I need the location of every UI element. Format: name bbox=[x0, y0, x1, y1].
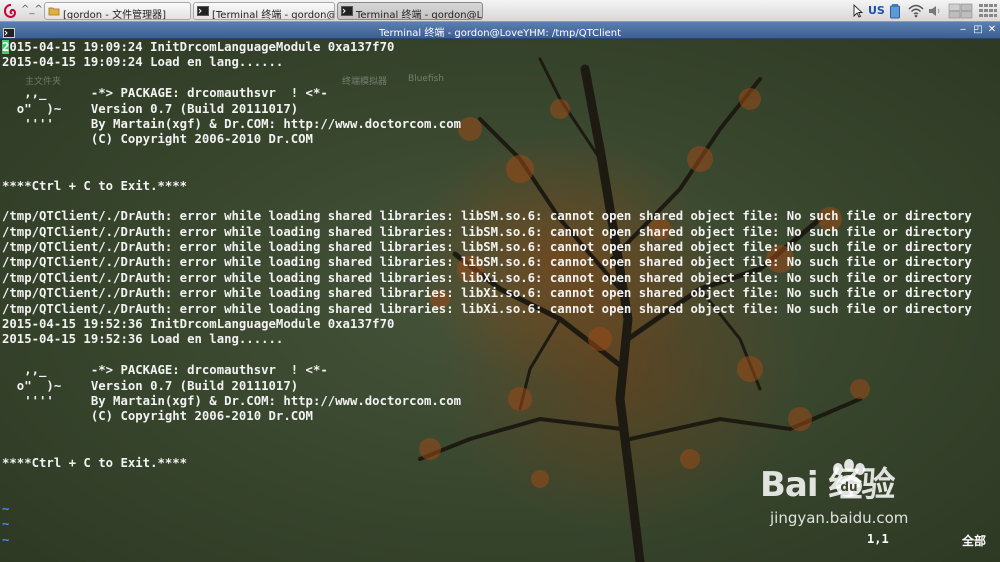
task-terminal-2[interactable]: Terminal 终端 - gordon@Lo... bbox=[337, 2, 483, 20]
terminal-icon bbox=[341, 5, 353, 17]
terminal-line: /tmp/QTClient/./DrAuth: error while load… bbox=[2, 224, 972, 239]
debian-menu-icon[interactable] bbox=[3, 3, 19, 19]
text-cursor: 2 bbox=[2, 40, 10, 54]
terminal-line: (C) Copyright 2006-2010 Dr.COM bbox=[2, 409, 313, 424]
wifi-icon[interactable] bbox=[908, 3, 924, 19]
terminal-line: 2015-04-15 19:09:24 Load en lang...... bbox=[2, 55, 284, 70]
terminal-line: /tmp/QTClient/./DrAuth: error while load… bbox=[2, 209, 972, 224]
close-button[interactable]: ✕ bbox=[986, 24, 998, 36]
baidu-watermark: Bai 经验 du jingyan.baidu.com bbox=[760, 457, 908, 527]
terminal-line: ,,_ -*> PACKAGE: drcomauthsvr ! <*- bbox=[2, 86, 328, 101]
terminal-line: ****Ctrl + C to Exit.**** bbox=[2, 178, 188, 193]
taskbar-small-label: ^_^ bbox=[21, 4, 43, 15]
task-label: [Terminal 终端 - gordon@L... bbox=[212, 10, 334, 20]
window-titlebar[interactable]: Terminal 终端 - gordon@LoveYHM: /tmp/QTCli… bbox=[0, 22, 1000, 39]
terminal-line: (C) Copyright 2006-2010 Dr.COM bbox=[2, 132, 313, 147]
terminal-line: 2015-04-15 19:52:36 Load en lang...... bbox=[2, 332, 284, 347]
volume-icon[interactable] bbox=[928, 3, 942, 19]
terminal-line: /tmp/QTClient/./DrAuth: error while load… bbox=[2, 240, 972, 255]
taskbar: ^_^ [gordon - 文件管理器] [Terminal 终端 - gord… bbox=[0, 0, 1000, 22]
scroll-position-indicator: 全部 bbox=[962, 534, 987, 548]
keyboard-layout-indicator[interactable]: US bbox=[868, 4, 885, 17]
task-label: [gordon - 文件管理器] bbox=[63, 10, 166, 20]
terminal-line: '''' By Martain(xgf) & Dr.COM: http://ww… bbox=[2, 393, 462, 408]
maximize-button[interactable]: ◰ bbox=[972, 24, 984, 36]
task-label: Terminal 终端 - gordon@Lo... bbox=[356, 10, 483, 20]
terminal-line: /tmp/QTClient/./DrAuth: error while load… bbox=[2, 301, 972, 316]
terminal-line: 2015-04-15 19:52:36 InitDrcomLanguageMod… bbox=[2, 317, 395, 332]
window-title: Terminal 终端 - gordon@LoveYHM: /tmp/QTCli… bbox=[378, 28, 622, 39]
terminal-line: ,,_ -*> PACKAGE: drcomauthsvr ! <*- bbox=[2, 363, 328, 378]
terminal-line: 2015-04-15 19:09:24 InitDrcomLanguageMod… bbox=[2, 40, 395, 54]
svg-text:du: du bbox=[840, 480, 857, 494]
terminal-icon bbox=[197, 5, 209, 17]
watermark-url: jingyan.baidu.com bbox=[770, 509, 909, 527]
app-grid-icon[interactable] bbox=[978, 3, 998, 19]
minimize-button[interactable]: ‒ bbox=[957, 24, 969, 36]
task-file-manager[interactable]: [gordon - 文件管理器] bbox=[44, 2, 191, 20]
task-terminal-1[interactable]: [Terminal 终端 - gordon@L... bbox=[193, 2, 335, 20]
folder-icon bbox=[48, 5, 60, 17]
terminal-view[interactable]: 主文件夹 终端模拟器 Bluefish 2015-04-15 19:09:24 … bbox=[0, 39, 1000, 562]
empty-buffer-line: ~ bbox=[2, 532, 10, 547]
terminal-line: o" )~ Version 0.7 (Build 20111017) bbox=[2, 101, 299, 116]
terminal-line: /tmp/QTClient/./DrAuth: error while load… bbox=[2, 270, 972, 285]
paw-icon: du bbox=[833, 459, 865, 497]
workspace-switcher-icon[interactable] bbox=[948, 3, 974, 19]
cursor-position-indicator: 1,1 bbox=[867, 532, 889, 546]
terminal-line: /tmp/QTClient/./DrAuth: error while load… bbox=[2, 286, 972, 301]
battery-icon[interactable] bbox=[889, 3, 901, 19]
terminal-line: o" )~ Version 0.7 (Build 20111017) bbox=[2, 378, 299, 393]
terminal-line: /tmp/QTClient/./DrAuth: error while load… bbox=[2, 255, 972, 270]
cursor-icon bbox=[850, 3, 864, 19]
terminal-line: '''' By Martain(xgf) & Dr.COM: http://ww… bbox=[2, 116, 462, 131]
